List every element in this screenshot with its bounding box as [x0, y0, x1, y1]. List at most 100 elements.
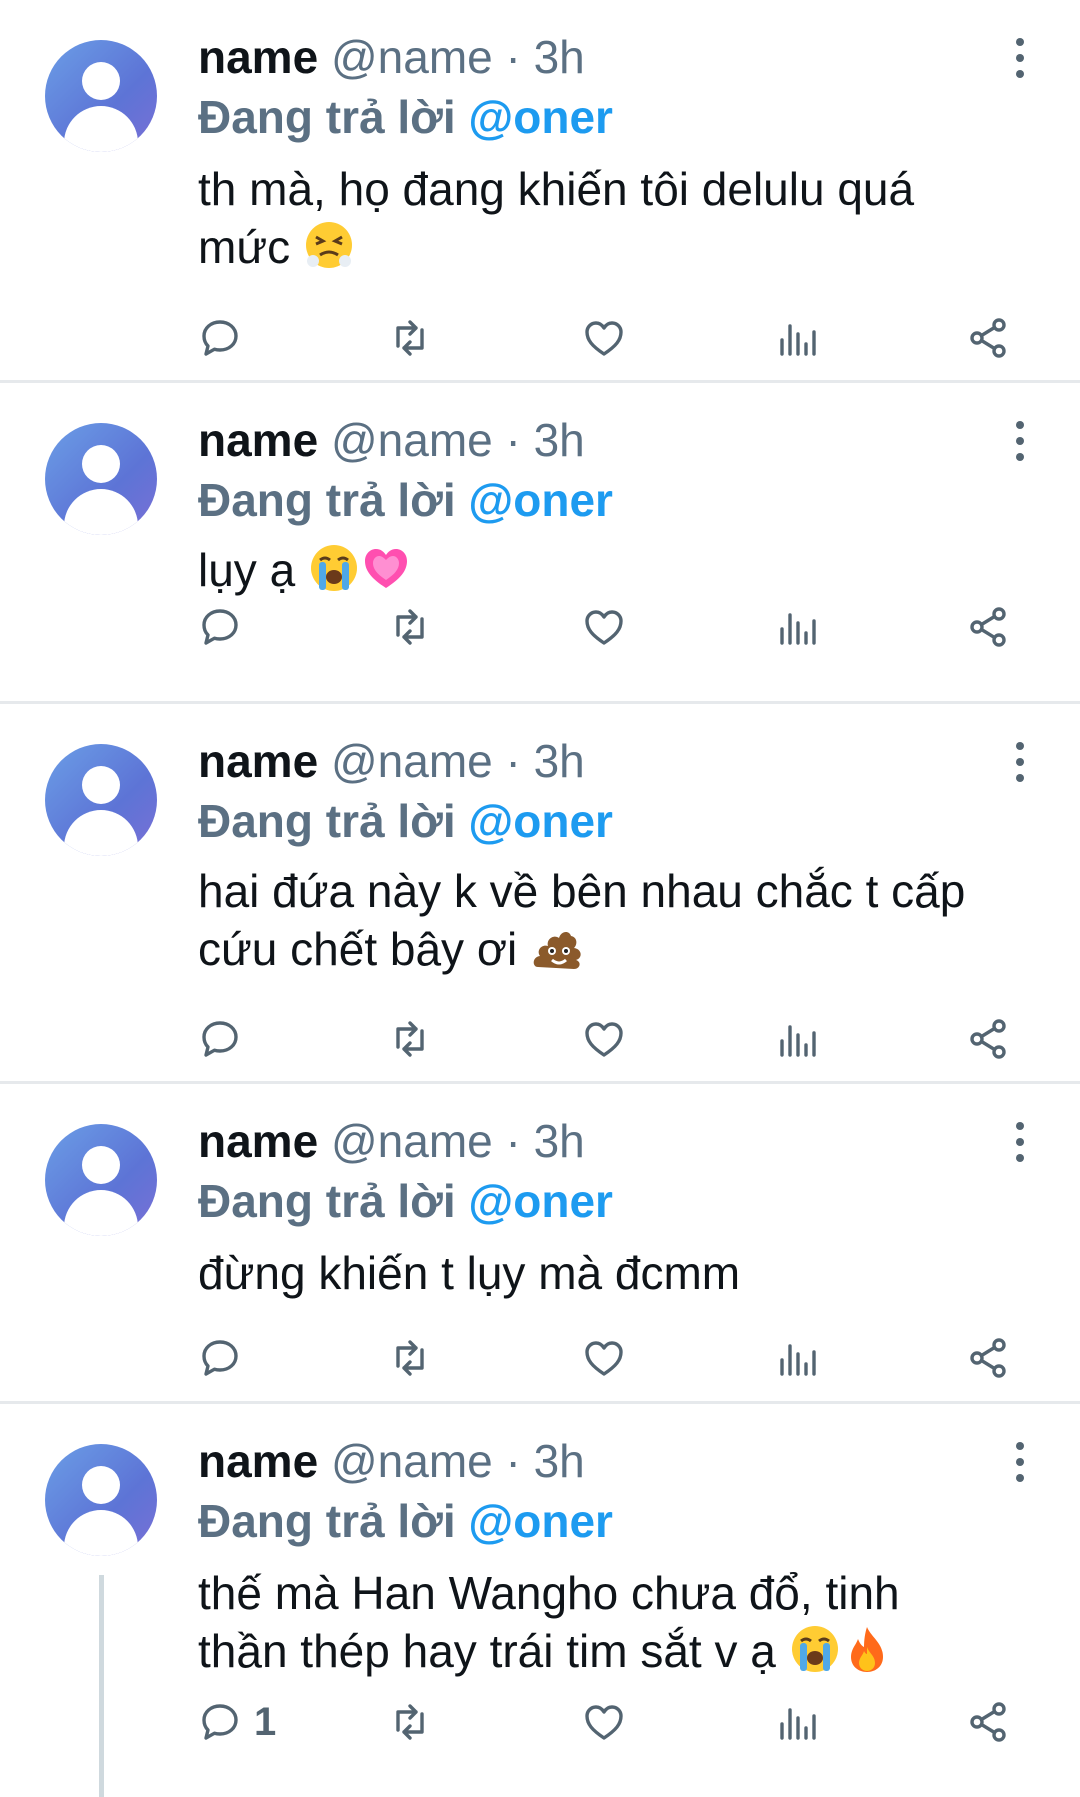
text-line: mức	[198, 221, 291, 273]
text-line: đừng khiến t lụy mà đcmm	[198, 1247, 741, 1299]
like-button[interactable]	[582, 1692, 626, 1752]
avatar[interactable]	[45, 1124, 157, 1236]
display-name[interactable]: name	[198, 414, 318, 466]
like-button[interactable]	[582, 1009, 626, 1069]
tweet-header: name @name · 3h	[198, 411, 585, 469]
tweet-header: name @name · 3h	[198, 1432, 585, 1490]
tweet-5[interactable]: name @name · 3h Đang trả lời @oner thế m…	[0, 1404, 1080, 1797]
display-name[interactable]: name	[198, 31, 318, 83]
loudly-crying-face-icon	[791, 1626, 838, 1672]
share-icon	[970, 1019, 1006, 1059]
handle-time: @name · 3h	[330, 1115, 585, 1167]
reply-icon	[202, 320, 238, 356]
retweet-button[interactable]	[388, 597, 432, 657]
more-icon[interactable]	[1005, 419, 1035, 463]
more-icon[interactable]	[1005, 1120, 1035, 1164]
views-icon	[780, 1708, 816, 1740]
tweet-3[interactable]: name @name · 3h Đang trả lời @oner hai đ…	[0, 704, 1080, 1081]
reply-button[interactable]	[198, 1009, 242, 1069]
avatar[interactable]	[45, 423, 157, 535]
retweet-icon	[396, 320, 424, 356]
display-name[interactable]: name	[198, 735, 318, 787]
reply-button[interactable]	[198, 597, 242, 657]
share-icon	[970, 318, 1006, 358]
tweet-1[interactable]: name @name · 3h Đang trả lời @oner th mà…	[0, 0, 1080, 380]
views-button[interactable]	[774, 597, 818, 657]
reply-icon	[202, 1021, 238, 1057]
avatar[interactable]	[45, 40, 157, 152]
persevering-face-icon	[305, 222, 352, 268]
tweet-4[interactable]: name @name · 3h Đang trả lời @oner đừng …	[0, 1084, 1080, 1401]
reply-to-handle[interactable]: @oner	[468, 474, 613, 526]
tweet-text: th mà, họ đang khiến tôi delulu quá mức	[198, 160, 1048, 276]
tweet-header: name @name · 3h	[198, 1112, 585, 1170]
reply-icon	[202, 609, 238, 645]
reply-label: Đang trả lời	[198, 1495, 456, 1547]
loudly-crying-face-icon	[310, 545, 357, 591]
reply-context: Đang trả lời @oner	[198, 792, 613, 850]
reply-count: 1	[254, 1699, 277, 1744]
share-button[interactable]	[966, 308, 1010, 368]
avatar[interactable]	[45, 1444, 157, 1556]
text-line: cứu chết bây ơi	[198, 923, 518, 975]
views-icon	[780, 1344, 816, 1376]
views-button[interactable]	[774, 1692, 818, 1752]
text-line: thần thép hay trái tim sắt v ạ	[198, 1625, 776, 1677]
tweet-actions	[0, 1009, 1080, 1069]
retweet-button[interactable]	[388, 308, 432, 368]
tweet-text: đừng khiến t lụy mà đcmm	[198, 1244, 1048, 1302]
reply-to-handle[interactable]: @oner	[468, 1175, 613, 1227]
reply-context: Đang trả lời @oner	[198, 1492, 613, 1550]
thread-line	[99, 1575, 104, 1797]
text-line: lụy ạ	[198, 544, 296, 596]
like-icon	[585, 1705, 623, 1740]
avatar[interactable]	[45, 744, 157, 856]
share-icon	[970, 1702, 1006, 1742]
reply-label: Đang trả lời	[198, 795, 456, 847]
reply-button[interactable]	[198, 308, 242, 368]
like-button[interactable]	[582, 308, 626, 368]
like-button[interactable]	[582, 597, 626, 657]
text-line: thế mà Han Wangho chưa đổ, tinh	[198, 1567, 900, 1619]
retweet-button[interactable]	[388, 1692, 432, 1752]
handle-time: @name · 3h	[330, 1435, 585, 1487]
tweet-feed: name @name · 3h Đang trả lời @oner th mà…	[0, 0, 1080, 1797]
reply-to-handle[interactable]: @oner	[468, 91, 613, 143]
like-icon	[585, 321, 623, 356]
like-icon	[585, 1341, 623, 1376]
views-button[interactable]	[774, 1328, 818, 1388]
tweet-actions	[0, 308, 1080, 368]
tweet-text: thế mà Han Wangho chưa đổ, tinh thần thé…	[198, 1564, 1048, 1680]
more-icon[interactable]	[1005, 740, 1035, 784]
views-button[interactable]	[774, 1009, 818, 1069]
display-name[interactable]: name	[198, 1115, 318, 1167]
reply-to-handle[interactable]: @oner	[468, 795, 613, 847]
retweet-button[interactable]	[388, 1009, 432, 1069]
share-button[interactable]	[966, 1009, 1010, 1069]
share-button[interactable]	[966, 1692, 1010, 1752]
tweet-text: lụy ạ	[198, 541, 1048, 599]
fire-icon	[850, 1627, 883, 1672]
reply-icon	[202, 1704, 238, 1740]
more-icon[interactable]	[1005, 1440, 1035, 1484]
share-icon	[970, 1338, 1006, 1378]
tweet-actions: 1	[0, 1692, 1080, 1752]
share-button[interactable]	[966, 1328, 1010, 1388]
reply-to-handle[interactable]: @oner	[468, 1495, 613, 1547]
handle-time: @name · 3h	[330, 735, 585, 787]
share-button[interactable]	[966, 597, 1010, 657]
reply-button[interactable]: 1	[198, 1692, 276, 1752]
tweet-actions	[0, 1328, 1080, 1388]
tweet-2[interactable]: name @name · 3h Đang trả lời @oner lụy ạ	[0, 383, 1080, 701]
display-name[interactable]: name	[198, 1435, 318, 1487]
more-icon[interactable]	[1005, 36, 1035, 80]
reply-button[interactable]	[198, 1328, 242, 1388]
like-button[interactable]	[582, 1328, 626, 1388]
retweet-icon	[396, 1340, 424, 1376]
pile-of-poo-icon	[533, 932, 581, 969]
views-button[interactable]	[774, 308, 818, 368]
tweet-text: hai đứa này k về bên nhau chắc t cấp cứu…	[198, 862, 1048, 978]
retweet-button[interactable]	[388, 1328, 432, 1388]
reply-context: Đang trả lời @oner	[198, 88, 613, 146]
tweet-header: name @name · 3h	[198, 732, 585, 790]
